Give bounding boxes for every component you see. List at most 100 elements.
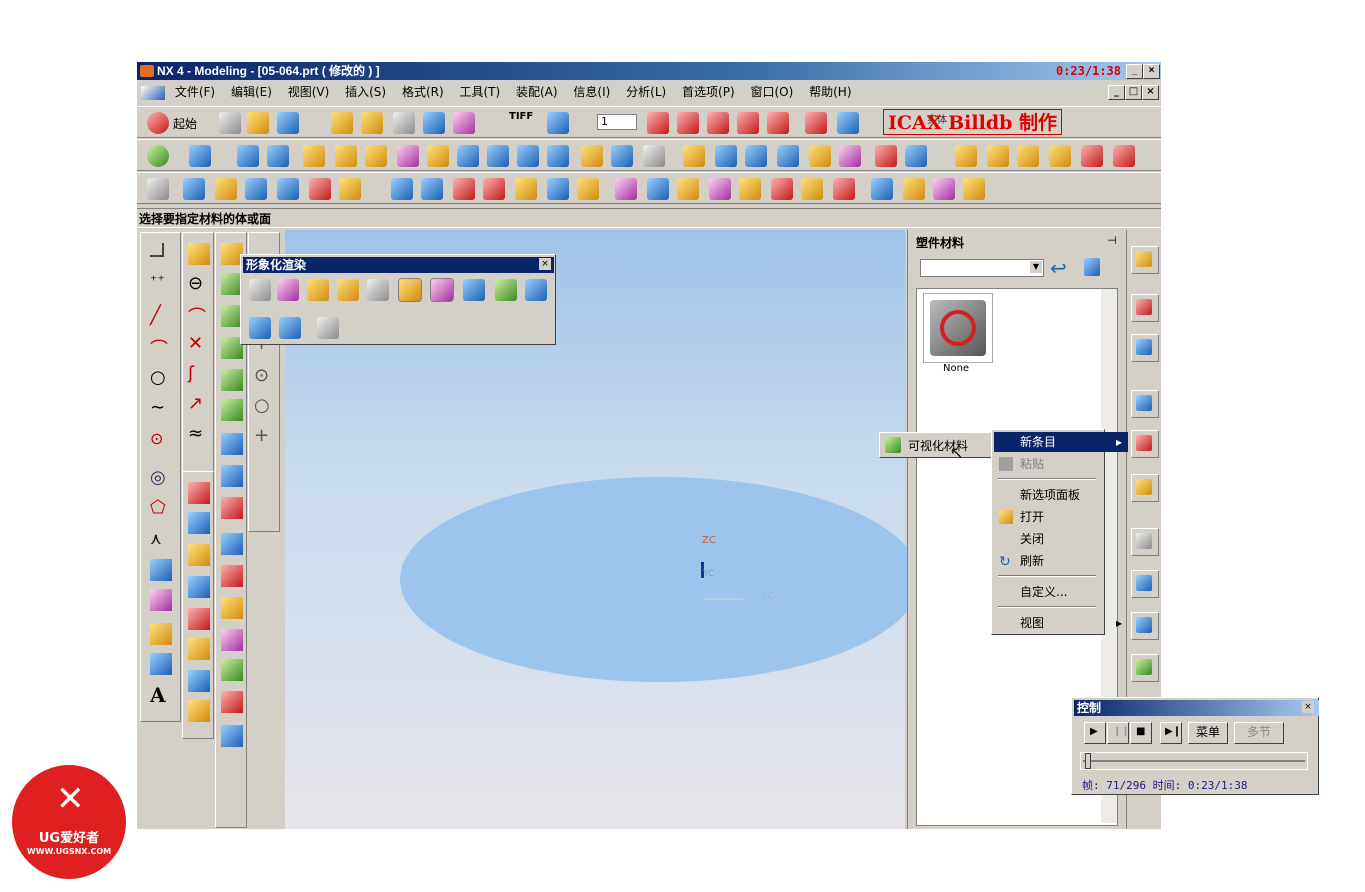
shading-mode-icon[interactable] xyxy=(249,317,271,339)
select-icon[interactable] xyxy=(361,112,383,134)
presentation-icon[interactable] xyxy=(525,279,547,301)
render-icon[interactable] xyxy=(423,112,445,134)
chain-icon[interactable]: ⋏ xyxy=(150,529,172,551)
layer-select[interactable]: 1 xyxy=(597,114,637,130)
face-analysis-icon[interactable] xyxy=(221,691,243,713)
menu-insert[interactable]: 插入(S) xyxy=(339,81,392,103)
offset-curve-icon[interactable] xyxy=(150,559,172,581)
menu-item-new-entry[interactable]: 新条目 ▸ xyxy=(994,432,1128,452)
lights-icon[interactable] xyxy=(307,279,329,301)
enlarge-icon[interactable] xyxy=(677,178,699,200)
hole-icon[interactable] xyxy=(427,145,449,167)
revolve-icon[interactable] xyxy=(237,145,259,167)
remove-parameters-icon[interactable] xyxy=(188,700,210,722)
trim-corner-icon[interactable]: ⌒ xyxy=(188,303,210,328)
edit-fillet-icon[interactable]: ʃ xyxy=(188,363,210,385)
i-form-icon[interactable] xyxy=(647,178,669,200)
chamfer-icon[interactable] xyxy=(643,145,665,167)
unite-icon[interactable] xyxy=(875,145,897,167)
n-sided-icon[interactable] xyxy=(421,178,443,200)
flip-normal-icon[interactable] xyxy=(221,533,243,555)
block-icon[interactable] xyxy=(303,145,325,167)
stretch-curve-icon[interactable]: ≈ xyxy=(188,423,210,445)
helix-icon[interactable]: ◎ xyxy=(150,467,172,489)
wcs-dynamic-icon[interactable] xyxy=(707,112,729,134)
play-button[interactable]: ▶ xyxy=(1084,722,1106,744)
menu-help[interactable]: 帮助(H) xyxy=(803,81,857,103)
doc-minimize-button[interactable]: _ xyxy=(1108,85,1125,100)
minimize-button[interactable]: _ xyxy=(1126,64,1143,79)
edit-feature-icon[interactable] xyxy=(188,482,210,504)
multi-step-button[interactable]: 多节 xyxy=(1234,722,1284,744)
high-quality-image-icon[interactable] xyxy=(463,279,485,301)
polygon-icon[interactable]: ⬠ xyxy=(150,497,172,519)
display-icon[interactable] xyxy=(547,112,569,134)
wcs-absolute-icon[interactable] xyxy=(805,112,827,134)
menu-item-view[interactable]: 视图 ▸ xyxy=(994,613,1128,633)
materials-textures-icon[interactable] xyxy=(430,278,454,302)
ruler-icon[interactable] xyxy=(1017,145,1039,167)
box-curve-icon[interactable] xyxy=(150,623,172,645)
menu-item-new-palette[interactable]: 新选项面板 xyxy=(994,485,1128,505)
replace-feature-icon[interactable] xyxy=(188,608,210,630)
global-shaping-icon[interactable] xyxy=(771,178,793,200)
edit-length-icon[interactable]: ↗ xyxy=(188,393,210,415)
sew-icon[interactable] xyxy=(515,178,537,200)
wcs-origin-icon[interactable] xyxy=(677,112,699,134)
through-mesh-icon[interactable] xyxy=(215,178,237,200)
slider-thumb[interactable] xyxy=(1085,753,1091,769)
circle-icon[interactable]: ○ xyxy=(150,367,172,389)
match-edge-icon[interactable] xyxy=(739,178,761,200)
swept-surface-icon[interactable] xyxy=(245,178,267,200)
measure-distance-icon[interactable] xyxy=(955,145,977,167)
slot-icon[interactable] xyxy=(547,145,569,167)
edit-scene-icon[interactable] xyxy=(279,317,301,339)
menu-view[interactable]: 视图(V) xyxy=(282,81,336,103)
fillet-curve-icon[interactable]: ⊙ xyxy=(150,429,172,451)
bridge-icon[interactable] xyxy=(963,178,985,200)
point-icon[interactable] xyxy=(150,243,164,257)
view-mode-icon[interactable] xyxy=(1084,258,1100,276)
close-icon[interactable]: × xyxy=(539,258,551,270)
menu-item-paste[interactable]: 粘贴 xyxy=(994,454,1128,474)
extrude-icon[interactable] xyxy=(189,145,211,167)
progress-slider[interactable] xyxy=(1080,752,1308,770)
menu-assembly[interactable]: 装配(A) xyxy=(510,81,564,103)
new-file-icon[interactable] xyxy=(219,112,241,134)
reorder-feature-icon[interactable] xyxy=(188,576,210,598)
process-studio-tab[interactable] xyxy=(1131,612,1159,640)
make-face-icon[interactable] xyxy=(221,597,243,619)
layout-icon[interactable] xyxy=(147,178,169,200)
pin-icon[interactable]: ⊣ xyxy=(1107,234,1117,247)
extract-curve-icon[interactable] xyxy=(150,653,172,675)
material-none-card[interactable] xyxy=(923,293,993,363)
app-menu-icon[interactable] xyxy=(141,85,165,100)
change-stiffness-icon[interactable] xyxy=(221,399,243,421)
datum-cross-icon[interactable]: + xyxy=(254,425,276,447)
pocket-icon[interactable] xyxy=(487,145,509,167)
visual-effects-icon[interactable] xyxy=(398,278,422,302)
groove-icon[interactable] xyxy=(581,145,603,167)
back-arrow-icon[interactable]: ↩ xyxy=(1050,256,1067,280)
curvature-comb-icon[interactable] xyxy=(1113,145,1135,167)
open-file-icon[interactable] xyxy=(247,112,269,134)
pattern-icon[interactable] xyxy=(839,145,861,167)
draft-icon[interactable] xyxy=(715,145,737,167)
doc-restore-button[interactable]: □ xyxy=(1125,85,1142,100)
menu-button[interactable]: 菜单 xyxy=(1188,722,1228,744)
scene-icon[interactable] xyxy=(337,279,359,301)
patch-icon[interactable] xyxy=(547,178,569,200)
grid-icon[interactable] xyxy=(317,317,339,339)
silhouette-icon[interactable] xyxy=(871,178,893,200)
roles-tab[interactable] xyxy=(1131,654,1159,682)
close-icon[interactable]: × xyxy=(1302,701,1314,713)
menu-format[interactable]: 格式(R) xyxy=(396,81,450,103)
edge-curve-icon[interactable] xyxy=(221,659,243,681)
menu-item-close[interactable]: 关闭 xyxy=(994,529,1128,549)
datum-point-icon[interactable]: ⊙ xyxy=(254,365,276,387)
untrim-icon[interactable] xyxy=(221,629,243,651)
thread-icon[interactable] xyxy=(611,145,633,167)
material-library-select[interactable]: ▼ xyxy=(920,259,1044,277)
project-curve-icon[interactable] xyxy=(150,589,172,611)
wcs-rotate-icon[interactable] xyxy=(737,112,759,134)
